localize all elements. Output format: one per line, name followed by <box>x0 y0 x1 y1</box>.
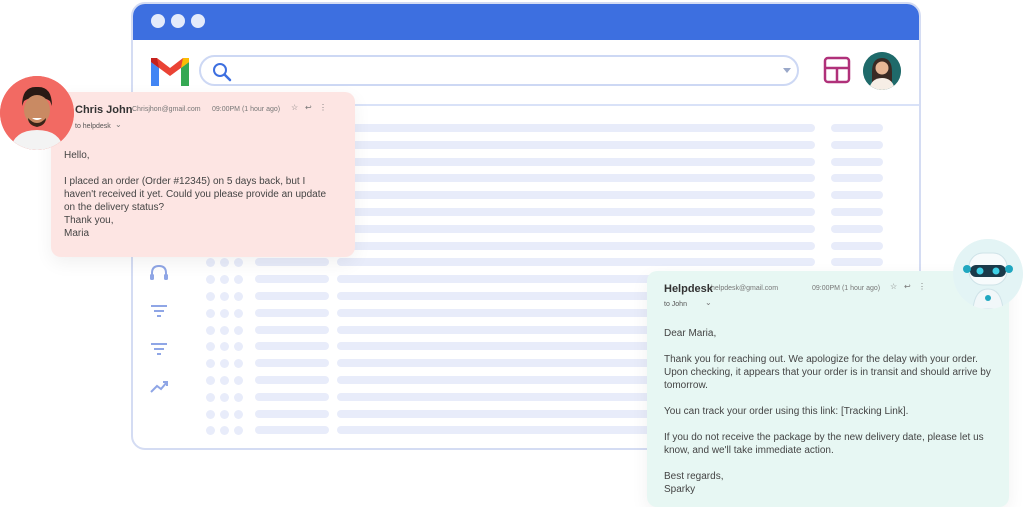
chevron-down-icon[interactable] <box>783 68 791 73</box>
row-sender-placeholder <box>255 426 329 435</box>
email-body: Hello, I placed an order (Order #12345) … <box>64 150 327 239</box>
row-date-placeholder <box>831 140 883 149</box>
row-marker-icon[interactable] <box>220 392 229 402</box>
window-dot-icon[interactable] <box>191 14 205 28</box>
row-marker-icon[interactable] <box>220 376 229 385</box>
sender-name: Chris John <box>75 104 133 116</box>
sender-email: helpdesk@gmail.com <box>711 285 779 292</box>
row-marker-icon[interactable] <box>234 359 243 369</box>
row-marker-icon[interactable] <box>206 392 215 402</box>
email-body: Dear Maria, Thank you for reaching out. … <box>664 328 991 495</box>
user-avatar[interactable] <box>863 52 901 90</box>
window-dot-icon[interactable] <box>151 14 165 28</box>
search-icon[interactable] <box>211 61 233 83</box>
row-marker-icon[interactable] <box>220 426 229 436</box>
row-marker-icon[interactable] <box>220 292 229 301</box>
row-marker-icon[interactable] <box>206 409 215 419</box>
row-date-placeholder <box>831 258 883 267</box>
row-marker-icon[interactable] <box>234 376 243 385</box>
reply-email-card: Helpdesk helpdesk@gmail.com 09:00PM (1 h… <box>647 271 1009 507</box>
customer-avatar <box>0 76 74 150</box>
email-time: 09:00PM (1 hour ago) <box>812 285 881 292</box>
row-marker-icon[interactable] <box>206 342 215 352</box>
row-marker-icon[interactable] <box>206 275 215 285</box>
more-icon[interactable]: ⋮ <box>319 103 327 112</box>
row-subject-placeholder <box>337 258 815 267</box>
row-marker-icon[interactable] <box>206 376 215 385</box>
row-marker-icon[interactable] <box>234 308 243 318</box>
row-marker-icon[interactable] <box>220 308 229 318</box>
row-marker-icon[interactable] <box>206 308 215 318</box>
star-icon[interactable]: ☆ <box>291 103 298 112</box>
window-dot-icon[interactable] <box>171 14 185 28</box>
row-marker-icon[interactable] <box>220 275 229 285</box>
row-subject-placeholder <box>337 241 815 250</box>
row-date-placeholder <box>831 224 883 233</box>
star-icon[interactable]: ☆ <box>890 282 897 291</box>
reply-icon[interactable]: ↩ <box>305 103 312 112</box>
recipient[interactable]: to John <box>664 301 687 308</box>
row-marker-icon[interactable] <box>206 359 215 369</box>
row-marker-icon[interactable] <box>206 258 215 268</box>
row-marker-icon[interactable] <box>206 325 215 335</box>
row-marker-icon[interactable] <box>234 409 243 419</box>
recipient[interactable]: to helpdesk <box>75 123 111 130</box>
row-sender-placeholder <box>255 392 329 401</box>
row-sender-placeholder <box>255 292 329 300</box>
row-marker-icon[interactable] <box>206 292 215 301</box>
row-marker-icon[interactable] <box>220 325 229 335</box>
row-subject-placeholder <box>337 191 815 200</box>
row-date-placeholder <box>831 174 883 183</box>
row-marker-icon[interactable] <box>220 258 229 268</box>
row-sender-placeholder <box>255 325 329 334</box>
row-date-placeholder <box>831 124 883 132</box>
row-sender-placeholder <box>255 409 329 418</box>
row-subject-placeholder <box>337 208 815 216</box>
row-marker-icon[interactable] <box>206 426 215 436</box>
sender-email: Chrisjhon@gmail.com <box>132 106 201 113</box>
row-date-placeholder <box>831 191 883 200</box>
row-date-placeholder <box>831 208 883 216</box>
row-marker-icon[interactable] <box>220 409 229 419</box>
reply-icon[interactable]: ↩ <box>904 282 911 291</box>
row-subject-placeholder <box>337 124 815 132</box>
row-subject-placeholder <box>337 140 815 149</box>
row-sender-placeholder <box>255 376 329 384</box>
row-sender-placeholder <box>255 275 329 284</box>
row-subject-placeholder <box>337 157 815 166</box>
row-sender-placeholder <box>255 342 329 351</box>
row-sender-placeholder <box>255 308 329 317</box>
row-marker-icon[interactable] <box>234 275 243 285</box>
row-marker-icon[interactable] <box>220 342 229 352</box>
chevron-down-icon[interactable]: ⌄ <box>115 120 122 129</box>
row-marker-icon[interactable] <box>220 359 229 369</box>
email-time: 09:00PM (1 hour ago) <box>212 106 281 113</box>
more-icon[interactable]: ⋮ <box>918 282 926 291</box>
row-subject-placeholder <box>337 224 815 233</box>
row-marker-icon[interactable] <box>234 342 243 352</box>
gmail-logo-icon[interactable] <box>149 56 191 88</box>
sender-name: Helpdesk <box>664 283 713 295</box>
row-date-placeholder <box>831 157 883 166</box>
window-titlebar <box>133 4 919 40</box>
row-sender-placeholder <box>255 258 329 267</box>
row-marker-icon[interactable] <box>234 325 243 335</box>
bot-avatar <box>953 239 1023 309</box>
row-marker-icon[interactable] <box>234 258 243 268</box>
row-date-placeholder <box>831 241 883 250</box>
row-sender-placeholder <box>255 359 329 368</box>
row-marker-icon[interactable] <box>234 292 243 301</box>
layout-icon[interactable] <box>823 56 851 84</box>
incoming-email-card: Chris John Chrisjhon@gmail.com 09:00PM (… <box>51 92 355 257</box>
row-marker-icon[interactable] <box>234 426 243 436</box>
row-subject-placeholder <box>337 174 815 183</box>
row-marker-icon[interactable] <box>234 392 243 402</box>
chevron-down-icon[interactable]: ⌄ <box>705 298 712 307</box>
search-input[interactable] <box>199 55 799 86</box>
list-item[interactable] <box>133 258 919 270</box>
